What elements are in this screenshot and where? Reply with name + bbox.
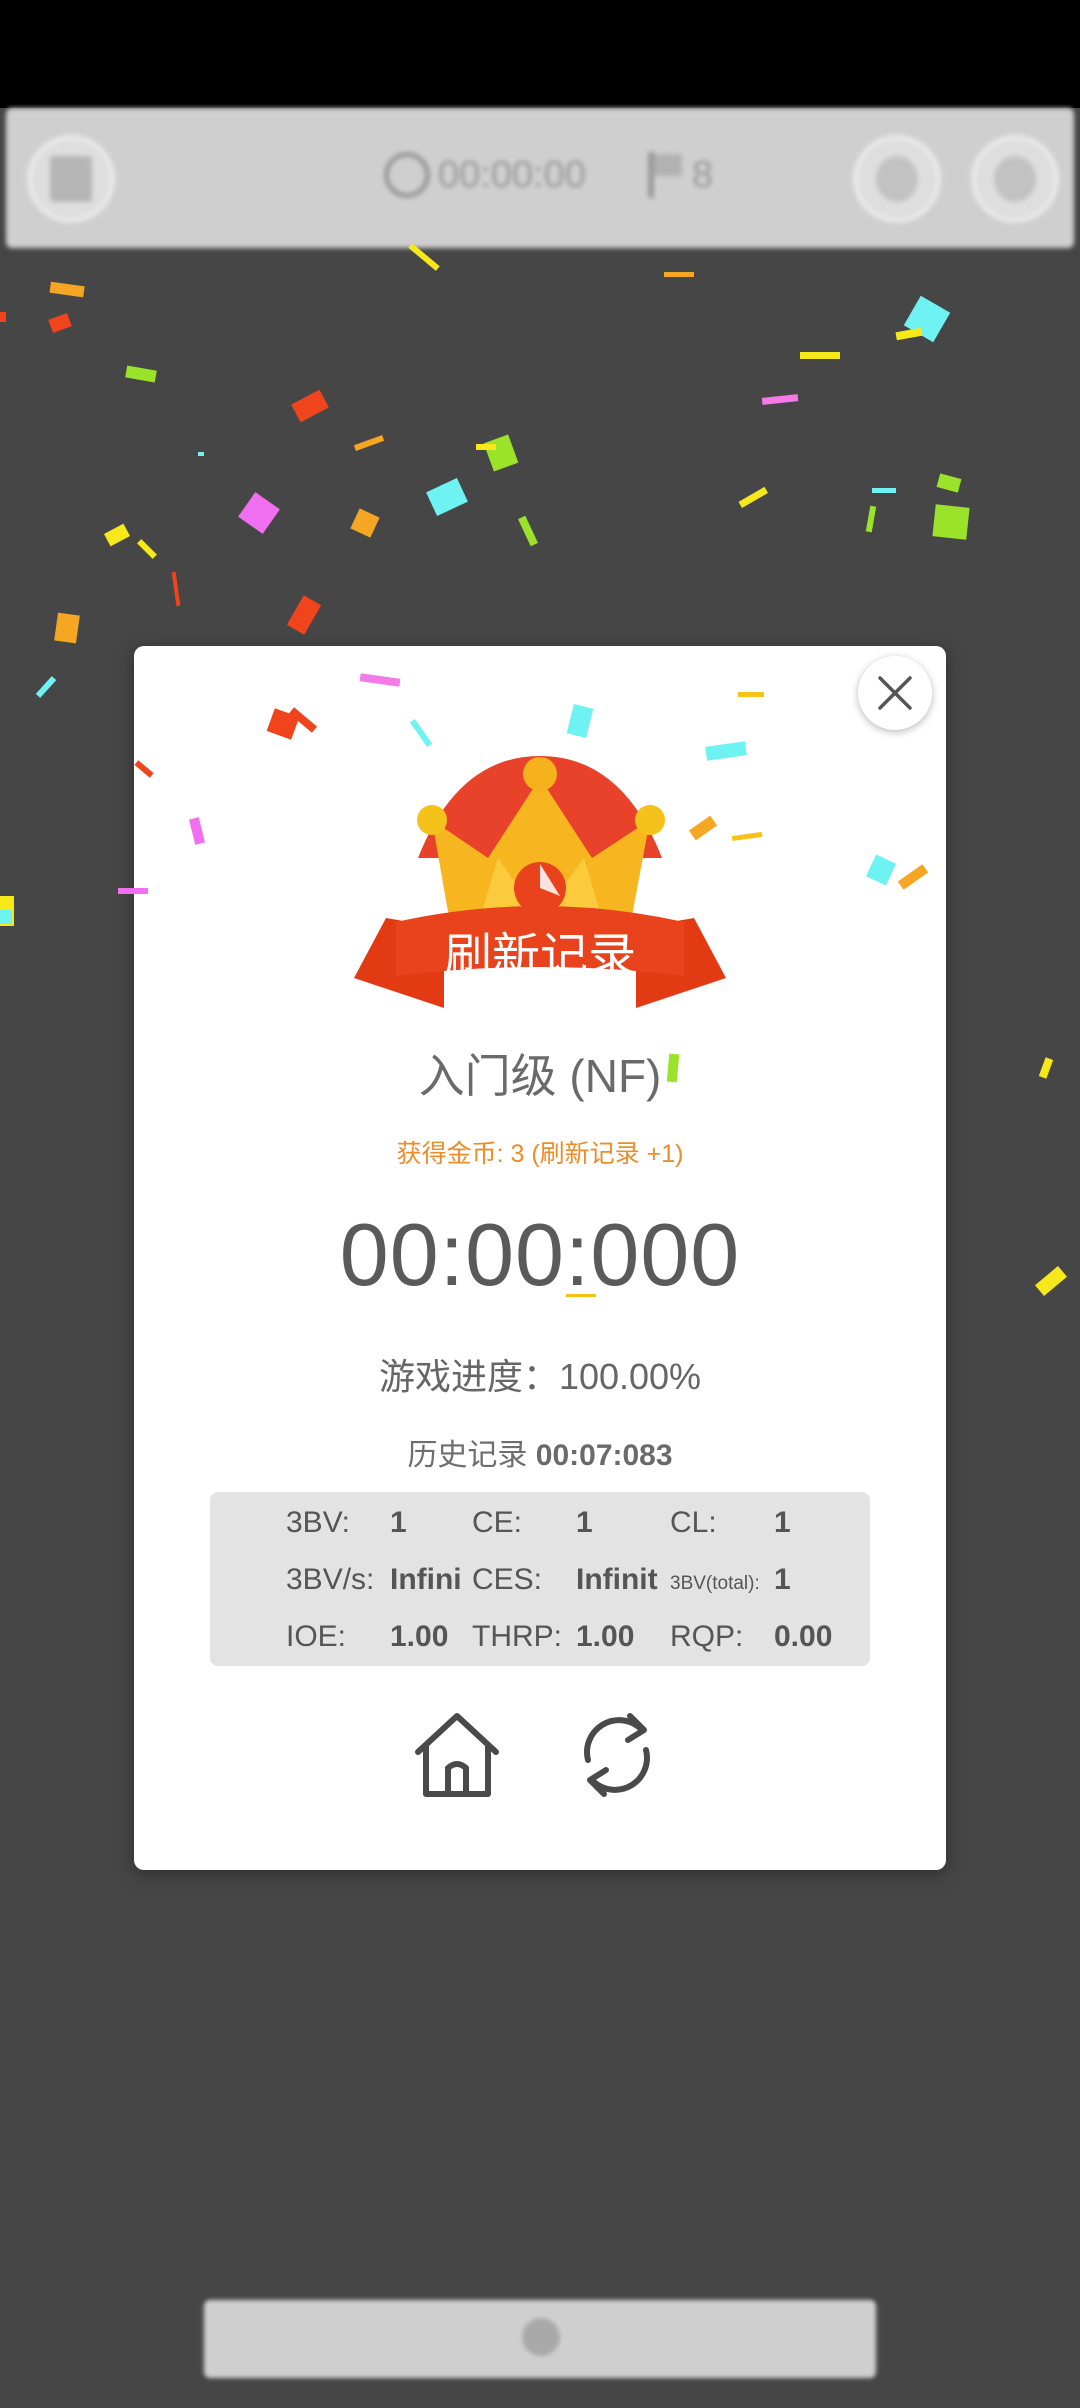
stat-value: 1 (390, 1506, 407, 1539)
stat-ces: CES: Infinit (472, 1563, 658, 1597)
bottom-bar (204, 2300, 876, 2378)
toolbar-flag-counter: 8 (648, 152, 713, 198)
stat-rqp: RQP: 0.00 (670, 1620, 832, 1654)
stat-label: IOE: (286, 1620, 347, 1653)
stat-value: Infinit (576, 1563, 658, 1596)
home-icon (415, 1713, 499, 1797)
stat-label: 3BV: (286, 1506, 350, 1539)
toolbar-flag-count: 8 (692, 153, 714, 196)
stat-label: 3BV/s: (286, 1563, 375, 1596)
stat-value: 1 (774, 1506, 791, 1539)
wrench-icon (994, 156, 1036, 202)
level-title-text: 入门级 (NF) (418, 1050, 662, 1102)
stat-label: CL: (670, 1506, 717, 1539)
reset-icon (876, 156, 918, 202)
coins-earned: 获得金币: 3 (刷新记录 +1) (396, 1140, 684, 1168)
stat-value: 1 (774, 1563, 791, 1596)
history-value: 00:07:083 (535, 1439, 673, 1472)
stat-3bv: 3BV: 1 (286, 1506, 407, 1540)
stat-cl: CL: 1 (670, 1506, 791, 1540)
banner-text: 刷新记录 (443, 930, 636, 983)
history-record: 历史记录 00:07:083 (134, 1430, 946, 1474)
stat-thrp: THRP: 1.00 (472, 1620, 634, 1654)
restart-icon (584, 1713, 650, 1797)
stat-label: 3BV(total): (670, 1573, 760, 1594)
close-icon (878, 676, 912, 710)
toolbar-timer: 00:00:00 (384, 152, 586, 198)
result-dialog: 刷新记录 入门级 (NF) 获得金币: 3 (刷新记录 +1) 00:00:00… (134, 646, 946, 1870)
stat-3bv-total: 3BV(total): 1 (670, 1563, 791, 1597)
game-toolbar: 00:00:00 8 (6, 108, 1074, 248)
menu-button[interactable] (32, 140, 110, 218)
stat-value: 1.00 (576, 1620, 635, 1653)
stat-value: 1 (576, 1506, 593, 1539)
level-title: 入门级 (NF) (134, 1040, 946, 1106)
history-label: 历史记录 (407, 1439, 528, 1472)
stat-ce: CE: 1 (472, 1506, 593, 1540)
close-button[interactable] (858, 656, 932, 730)
game-progress: 游戏进度：100.00% (378, 1356, 702, 1397)
stat-label: RQP: (670, 1620, 744, 1653)
stat-value: 0.00 (774, 1620, 833, 1653)
clock-icon (384, 152, 430, 198)
toolbar-timer-value: 00:00:00 (438, 153, 586, 196)
stat-value: Infini (390, 1563, 462, 1596)
restart-button[interactable] (570, 1708, 664, 1802)
stat-value: 1.00 (390, 1620, 449, 1653)
menu-icon (50, 156, 92, 202)
status-bar (0, 0, 1080, 108)
stat-3bv-per-sec: 3BV/s: Infini (286, 1563, 462, 1597)
stats-panel: 3BV: 1 CE: 1 CL: 1 3BV/s: Infini CES: In… (210, 1492, 870, 1666)
settings-button[interactable] (976, 140, 1054, 218)
stat-label: THRP: (472, 1620, 562, 1653)
result-time: 00:00:000 (339, 1205, 741, 1304)
home-button[interactable] (410, 1708, 504, 1802)
flag-icon (648, 152, 682, 198)
stat-label: CE: (472, 1506, 523, 1539)
reset-button[interactable] (858, 140, 936, 218)
wrench-icon (522, 2318, 560, 2356)
stat-label: CES: (472, 1563, 543, 1596)
stat-ioe: IOE: 1.00 (286, 1620, 448, 1654)
